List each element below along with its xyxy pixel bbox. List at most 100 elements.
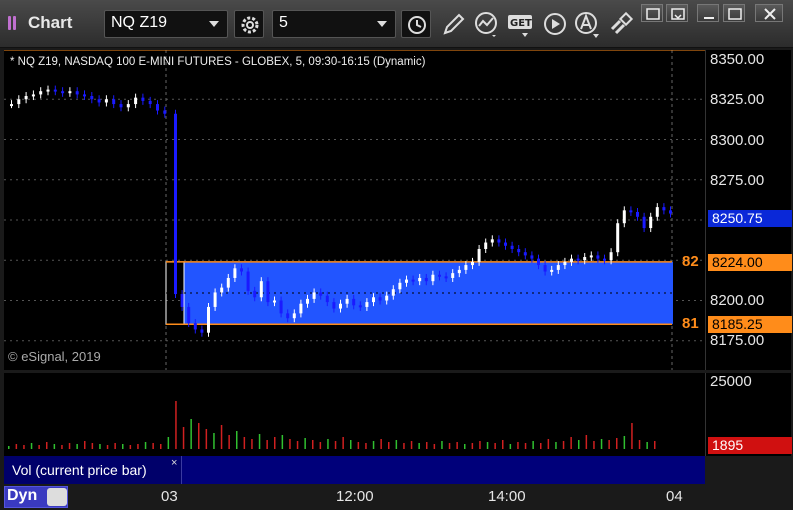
candle-body [174, 113, 177, 295]
candle-body [286, 313, 290, 319]
candle-body [451, 273, 455, 278]
symbol-combo[interactable]: NQ Z19 [104, 10, 228, 38]
candle-body [365, 302, 369, 307]
candle-body [112, 99, 116, 105]
candle-body [119, 104, 123, 108]
candle-body [24, 96, 28, 100]
volume-bar [289, 439, 291, 449]
studies-button[interactable] [472, 9, 502, 39]
candle-body [246, 271, 250, 291]
close-button[interactable] [755, 4, 783, 22]
minimize-icon [704, 17, 714, 19]
candle-body [385, 295, 389, 301]
candle-body [517, 248, 521, 253]
price-axis[interactable]: 8350.00 8325.00 8300.00 8275.00 8200.00 … [705, 50, 792, 370]
window-menu-button[interactable] [641, 4, 663, 22]
candle-body [642, 216, 646, 229]
current-volume-tag: 1895 [708, 437, 792, 454]
candle-body [358, 305, 362, 308]
volume-bar [357, 442, 360, 449]
volume-bar [61, 445, 63, 449]
time-template-button[interactable] [401, 10, 431, 38]
candle-body [477, 248, 481, 262]
volume-bar [99, 444, 101, 449]
candle-body [68, 91, 72, 94]
time-tick: 14:00 [488, 488, 526, 505]
candle-body [589, 255, 593, 258]
price-chart-canvas [4, 49, 705, 370]
play-icon [544, 13, 566, 35]
volume-bar [76, 444, 78, 449]
maximize-button[interactable] [723, 4, 745, 22]
chart-header: * NQ Z19, NASDAQ 100 E-MINI FUTURES - GL… [10, 56, 426, 68]
time-tick: 12:00 [336, 488, 374, 505]
volume-bar [251, 439, 253, 449]
volume-bar [555, 442, 557, 449]
volume-bar [220, 425, 223, 449]
volume-bar [532, 441, 534, 449]
volume-bar [312, 440, 314, 449]
candle-body [523, 252, 527, 256]
close-icon [764, 8, 776, 20]
level-low-tag: 8185.25 [708, 316, 792, 333]
get-data-button[interactable]: GET [506, 9, 536, 39]
volume-bar [418, 443, 420, 449]
volume-bar [585, 435, 588, 449]
volume-bar [342, 437, 344, 449]
candle-body [596, 255, 600, 259]
price-tick: 8300.00 [710, 132, 765, 149]
alerts-button[interactable] [573, 9, 603, 39]
volume-bar [350, 440, 352, 449]
volume-bar [441, 441, 443, 449]
candle-body [431, 274, 435, 282]
candle-body [240, 268, 243, 272]
price-chart[interactable]: * NQ Z19, NASDAQ 100 E-MINI FUTURES - GL… [4, 49, 705, 370]
play-button[interactable] [540, 9, 570, 39]
drawing-tools-button[interactable] [439, 9, 469, 39]
volume-bar [38, 445, 40, 449]
volume-bar [137, 444, 139, 449]
restore-button[interactable] [666, 4, 688, 22]
volume-bar [517, 442, 519, 449]
volume-bar [646, 442, 648, 449]
volume-bar [266, 440, 268, 449]
candle-body [148, 100, 152, 105]
volume-tick: 25000 [710, 373, 752, 390]
candle-body [669, 210, 672, 214]
candle-body [622, 210, 626, 224]
copyright-text: © eSignal, 2019 [8, 349, 101, 364]
candle-body [83, 94, 86, 97]
candle-body [332, 302, 336, 309]
volume-chart[interactable] [4, 373, 705, 456]
volume-bar [243, 437, 246, 449]
volume-bar [502, 440, 504, 449]
symbol-settings-button[interactable] [234, 10, 264, 38]
interval-combo[interactable]: 5 [272, 10, 396, 38]
candle-body [126, 104, 130, 108]
candle-body [31, 94, 35, 97]
candle-body [583, 257, 587, 261]
time-axis[interactable]: Dyn 03 12:00 14:00 04 [4, 484, 705, 510]
clock-icon [408, 16, 426, 34]
volume-bar [570, 437, 572, 449]
candle-body [90, 96, 94, 100]
dynamic-mode-button[interactable]: Dyn [4, 486, 68, 508]
volume-bar [53, 444, 56, 449]
study-close-button[interactable]: × [171, 457, 177, 469]
candle-body [134, 97, 138, 105]
candle-body [484, 242, 488, 249]
minimize-button[interactable] [697, 4, 719, 22]
volume-bar [23, 445, 25, 449]
dyn-label: Dyn [7, 487, 38, 504]
candle-body [603, 258, 606, 261]
candle-body [273, 300, 276, 303]
volume-bar [593, 441, 595, 449]
lock-icon[interactable] [47, 488, 67, 506]
study-label[interactable]: Vol (current price bar) [4, 456, 182, 484]
volume-bar [410, 441, 413, 449]
link-button[interactable] [606, 9, 636, 39]
candle-body [200, 329, 204, 333]
candle-body [616, 223, 620, 253]
interval-value: 5 [279, 14, 288, 31]
volume-axis[interactable]: 25000 1895 [705, 373, 792, 456]
